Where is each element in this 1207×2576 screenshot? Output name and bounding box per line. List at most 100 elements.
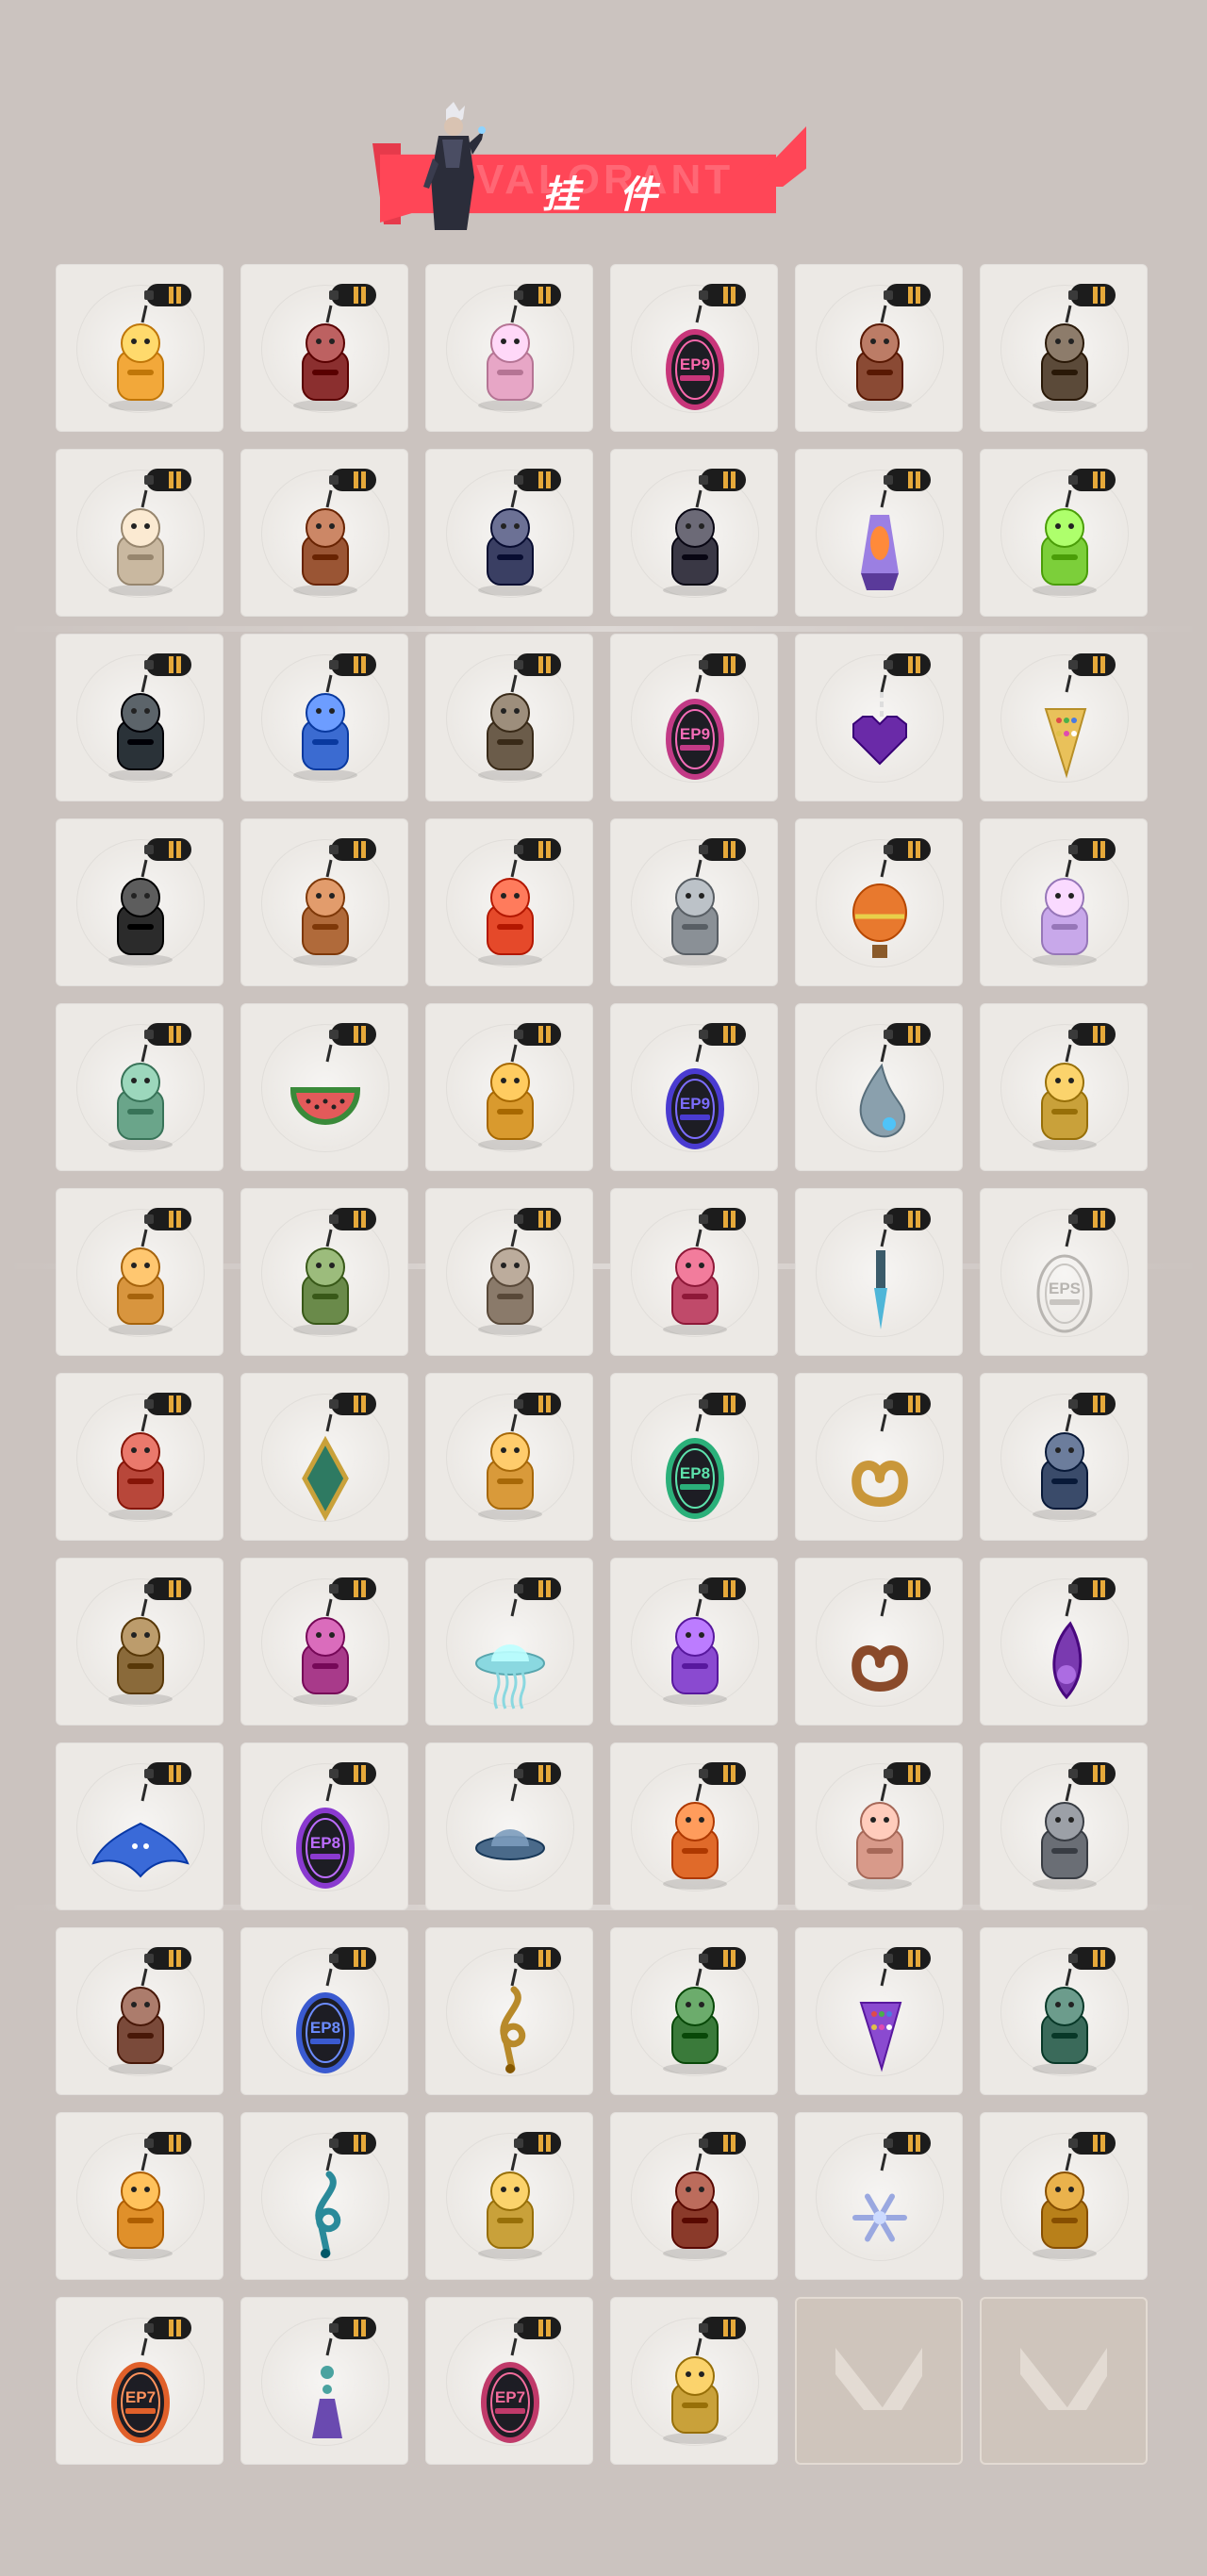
- charm-card[interactable]: [240, 818, 408, 986]
- oval-badge-icon: EP7: [111, 2337, 170, 2443]
- charm-card[interactable]: [610, 1188, 778, 1356]
- header-banner: VALORANT 挂 件: [372, 102, 816, 234]
- figure-icon: [108, 489, 173, 596]
- charm-card[interactable]: [795, 1558, 963, 1726]
- charm-card[interactable]: [425, 818, 593, 986]
- keyring-clip-icon: [514, 2317, 561, 2339]
- charm-card[interactable]: EP7: [425, 2297, 593, 2465]
- charm-card[interactable]: [240, 1003, 408, 1171]
- charm-card[interactable]: [240, 449, 408, 617]
- charm-card[interactable]: [980, 2112, 1148, 2280]
- keyring-clip-icon: [1068, 1393, 1116, 1415]
- charm-card[interactable]: [980, 818, 1148, 986]
- charm-card[interactable]: [795, 1003, 963, 1171]
- charm-card[interactable]: [240, 2297, 408, 2465]
- charm-card[interactable]: [610, 818, 778, 986]
- charm-card[interactable]: [240, 634, 408, 801]
- robot-icon: [108, 1044, 173, 1150]
- keyring-clip-icon: [144, 838, 191, 861]
- charm-card[interactable]: [425, 449, 593, 617]
- charm-card[interactable]: [980, 1373, 1148, 1541]
- charm-card[interactable]: [980, 1558, 1148, 1726]
- charm-card[interactable]: [56, 634, 223, 801]
- charm-card[interactable]: EP9: [610, 634, 778, 801]
- charm-card[interactable]: EP8: [240, 1927, 408, 2095]
- charm-card[interactable]: [425, 264, 593, 432]
- charm-card[interactable]: [56, 1558, 223, 1726]
- charm-card[interactable]: [425, 1558, 593, 1726]
- pretzel-icon: [852, 1598, 908, 1692]
- charm-card[interactable]: EP9: [610, 1003, 778, 1171]
- charm-card[interactable]: EP7: [56, 2297, 223, 2465]
- watermelon-icon: [289, 1044, 361, 1125]
- keyring-clip-icon: [144, 1947, 191, 1970]
- goggles-icon: [1033, 1968, 1097, 2074]
- keyring-clip-icon: [1068, 1023, 1116, 1046]
- charm-card[interactable]: [980, 264, 1148, 432]
- charm-card[interactable]: [795, 818, 963, 986]
- charm-card[interactable]: [980, 1003, 1148, 1171]
- badge-label: EPS: [1049, 1280, 1081, 1297]
- charm-card[interactable]: [56, 818, 223, 986]
- keyring-clip-icon: [329, 1762, 376, 1785]
- charm-card[interactable]: [795, 1742, 963, 1910]
- charm-card[interactable]: [610, 1742, 778, 1910]
- charm-card[interactable]: [980, 449, 1148, 617]
- charm-card[interactable]: [56, 1927, 223, 2095]
- charm-card[interactable]: [610, 2297, 778, 2465]
- valorant-logo-icon: [835, 2348, 922, 2410]
- charm-card[interactable]: [240, 264, 408, 432]
- charm-card[interactable]: [610, 449, 778, 617]
- squirrel-icon: [108, 1229, 173, 1335]
- ufo-icon: [475, 1783, 545, 1860]
- charm-card[interactable]: [56, 1373, 223, 1541]
- charm-card[interactable]: [56, 449, 223, 617]
- oval-badge-icon: EP9: [666, 1044, 724, 1149]
- charm-card[interactable]: [425, 634, 593, 801]
- charm-card[interactable]: [795, 1373, 963, 1541]
- charm-card[interactable]: [240, 2112, 408, 2280]
- charm-card[interactable]: [795, 1188, 963, 1356]
- fish-icon: [848, 1783, 912, 1890]
- charm-card[interactable]: [795, 264, 963, 432]
- charm-card[interactable]: [240, 1373, 408, 1541]
- charm-card[interactable]: EP9: [610, 264, 778, 432]
- charm-card[interactable]: [56, 1742, 223, 1910]
- firebox-icon: [663, 1968, 727, 2074]
- charm-card[interactable]: [56, 1003, 223, 1171]
- charm-card[interactable]: [425, 2112, 593, 2280]
- agent-portrait-icon: [423, 102, 486, 230]
- charm-card[interactable]: [425, 1003, 593, 1171]
- keyring-clip-icon: [699, 1208, 746, 1230]
- keyring-clip-icon: [884, 2132, 931, 2155]
- keyring-clip-icon: [329, 653, 376, 676]
- charm-card[interactable]: [980, 1927, 1148, 2095]
- charm-card[interactable]: [240, 1558, 408, 1726]
- charm-card[interactable]: [610, 2112, 778, 2280]
- charm-card[interactable]: [795, 634, 963, 801]
- charm-card[interactable]: EPS: [980, 1188, 1148, 1356]
- charm-card[interactable]: [56, 2112, 223, 2280]
- keyring-clip-icon: [699, 1577, 746, 1600]
- charm-card[interactable]: [980, 634, 1148, 801]
- charm-card[interactable]: [425, 1742, 593, 1910]
- charm-card[interactable]: [240, 1188, 408, 1356]
- charm-card[interactable]: [795, 449, 963, 617]
- charm-card[interactable]: [980, 1742, 1148, 1910]
- charm-card[interactable]: [795, 2112, 963, 2280]
- charm-card[interactable]: [425, 1927, 593, 2095]
- jellyfish-icon: [475, 1598, 545, 1709]
- charm-card[interactable]: [56, 264, 223, 432]
- charm-card[interactable]: EP8: [240, 1742, 408, 1910]
- charm-card[interactable]: [610, 1558, 778, 1726]
- charm-card[interactable]: [425, 1373, 593, 1541]
- charm-card[interactable]: [56, 1188, 223, 1356]
- charm-card[interactable]: [795, 1927, 963, 2095]
- keyring-clip-icon: [1068, 469, 1116, 491]
- camera-icon: [1033, 305, 1097, 411]
- duck-in-tub-icon: [108, 305, 173, 411]
- charm-card[interactable]: [425, 1188, 593, 1356]
- owl-icon: [478, 489, 542, 596]
- charm-card[interactable]: EP8: [610, 1373, 778, 1541]
- charm-card[interactable]: [610, 1927, 778, 2095]
